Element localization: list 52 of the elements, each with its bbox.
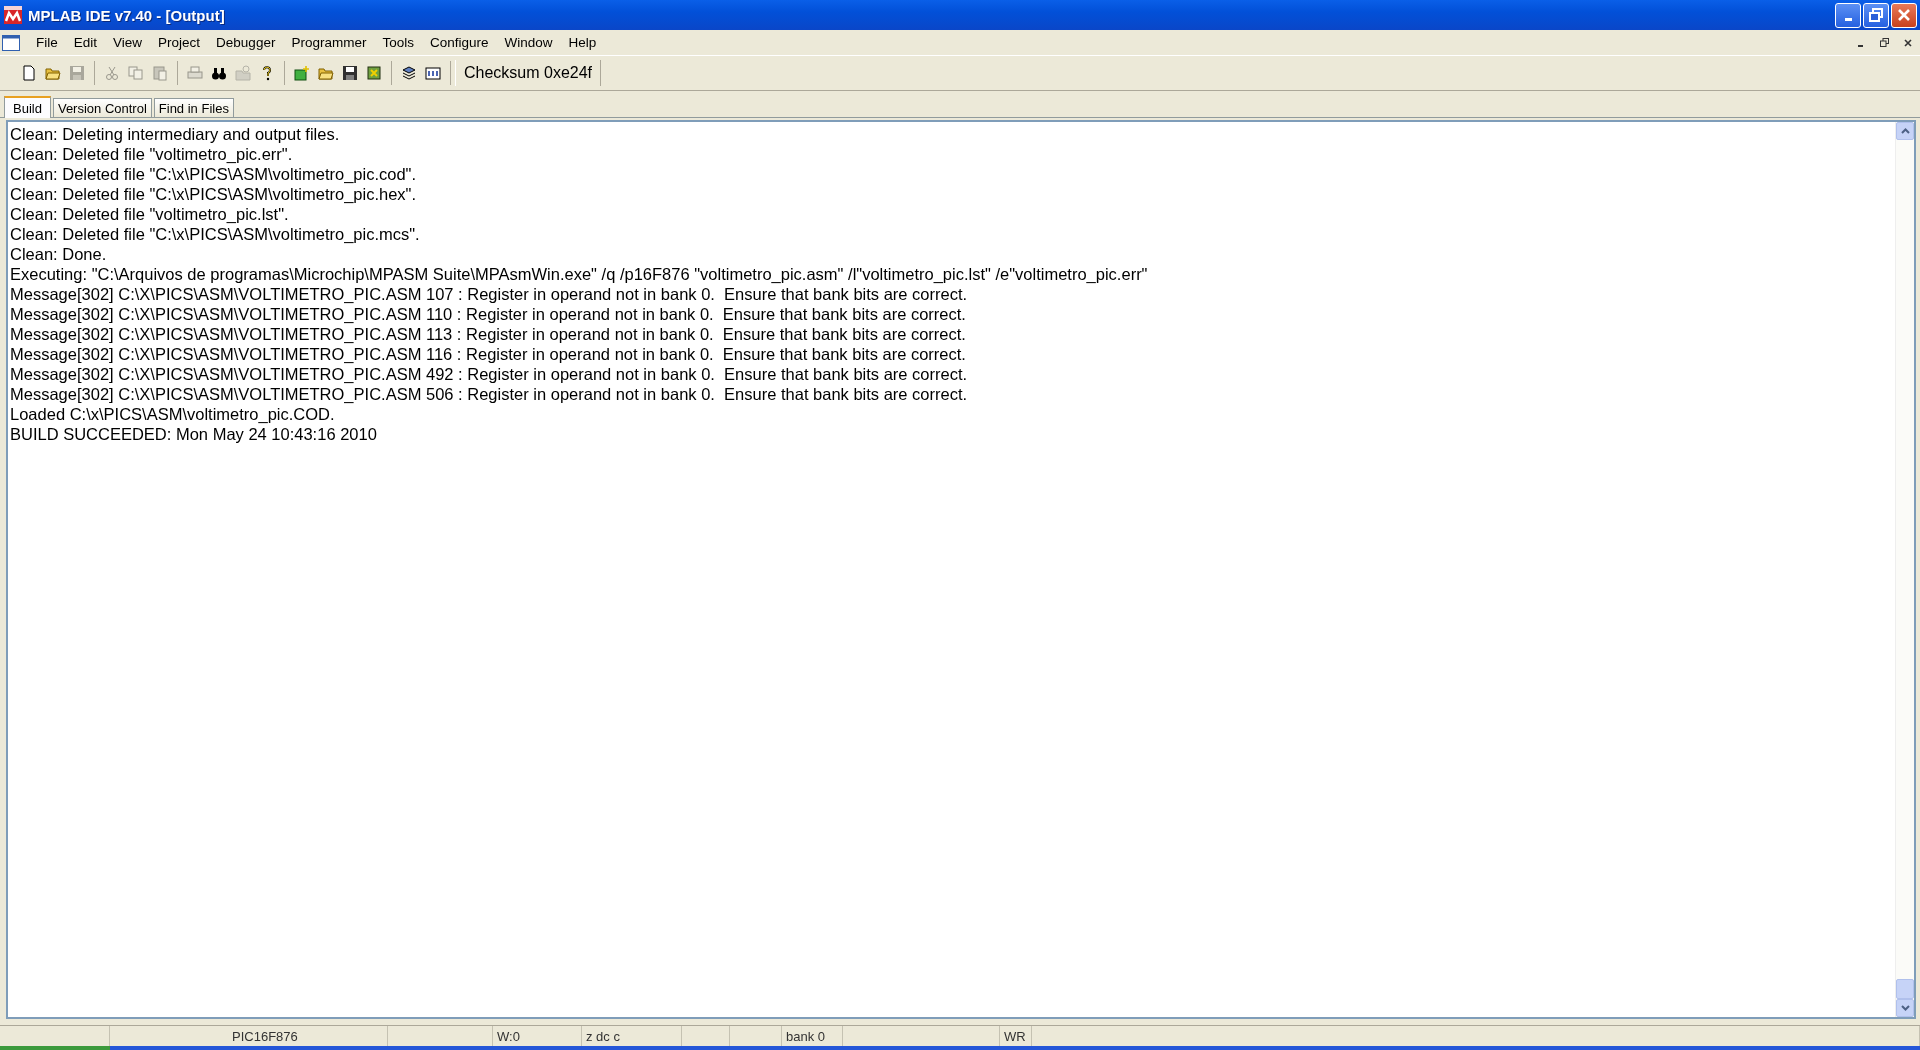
scroll-thumb[interactable] bbox=[1896, 979, 1914, 999]
menu-item[interactable]: Debugger bbox=[208, 32, 284, 53]
output-line: Executing: "C:\Arquivos de programas\Microchip\MPASM Suite\MPAsmWin.exe" /q /p16F876 "voltimetro_pic.asm" /l"voltimetro_pic.lst" /e"voltimetro_pic.err" bbox=[10, 264, 1149, 284]
output-line: Clean: Deleted file "voltimetro_pic.err". bbox=[10, 144, 294, 164]
scroll-up-button[interactable] bbox=[1896, 122, 1914, 140]
bank-status: bank 0 bbox=[786, 1028, 826, 1044]
restore-icon bbox=[1879, 38, 1889, 47]
output-line: Message[302] C:\X\PICS\ASM\VOLTIMETRO_PIC.ASM 110 : Register in operand not in bank 0. Ensure that bank bits are correct. bbox=[10, 304, 967, 324]
minimize-icon bbox=[1844, 17, 1852, 21]
output-line: BUILD SUCCEEDED: Mon May 24 10:43:16 2010 bbox=[10, 424, 378, 444]
close-icon bbox=[1897, 8, 1911, 22]
start-button[interactable] bbox=[0, 1046, 110, 1050]
output-line: Clean: Deleting intermediary and output files. bbox=[10, 124, 341, 144]
output-line: Message[302] C:\X\PICS\ASM\VOLTIMETRO_PIC.ASM 116 : Register in operand not in bank 0. Ensure that bank bits are correct. bbox=[10, 344, 967, 364]
scroll-down-button[interactable] bbox=[1896, 999, 1914, 1017]
document-window-icon bbox=[2, 34, 20, 51]
output-line: Message[302] C:\X\PICS\ASM\VOLTIMETRO_PIC.ASM 107 : Register in operand not in bank 0. Ensure that bank bits are correct. bbox=[10, 284, 969, 304]
output-line: Clean: Deleted file "voltimetro_pic.lst". bbox=[10, 204, 290, 224]
output-line: Clean: Deleted file "C:\x\PICS\ASM\voltimetro_pic.mcs". bbox=[10, 224, 421, 244]
close-button[interactable] bbox=[1891, 2, 1917, 28]
menu-item[interactable]: Window bbox=[496, 32, 561, 53]
app-logo-icon bbox=[4, 6, 22, 24]
minimize-icon bbox=[1857, 44, 1863, 47]
output-line: Clean: Deleted file "C:\x\PICS\ASM\voltimetro_pic.cod". bbox=[10, 164, 418, 184]
menu-item[interactable]: Configure bbox=[421, 32, 497, 53]
tab[interactable]: Version Control bbox=[52, 98, 152, 117]
tab[interactable]: Find in Files bbox=[153, 98, 234, 117]
close-icon bbox=[1904, 38, 1912, 47]
menu-item[interactable]: Tools bbox=[374, 32, 422, 53]
output-line: Message[302] C:\X\PICS\ASM\VOLTIMETRO_PIC.ASM 113 : Register in operand not in bank 0. Ensure that bank bits are correct. bbox=[10, 324, 967, 344]
menu-item[interactable]: Edit bbox=[65, 32, 106, 53]
mode-status: WR bbox=[1004, 1028, 1026, 1044]
restore-icon bbox=[1869, 8, 1883, 22]
checksum-label: Checksum 0xe24f bbox=[455, 60, 602, 86]
window-title: MPLAB IDE v7.40 - [Output] bbox=[28, 6, 226, 24]
menu-item[interactable]: Project bbox=[150, 32, 209, 53]
output-line: Message[302] C:\X\PICS\ASM\VOLTIMETRO_PIC.ASM 506 : Register in operand not in bank 0. Ensure that bank bits are correct. bbox=[10, 384, 969, 404]
tab[interactable]: Build bbox=[4, 96, 51, 118]
menu-item[interactable]: Help bbox=[560, 32, 605, 53]
output-line: Loaded C:\x\PICS\ASM\voltimetro_pic.COD. bbox=[10, 404, 336, 424]
restore-button[interactable] bbox=[1863, 2, 1889, 28]
device-status: PIC16F876 bbox=[231, 1028, 298, 1044]
menu-item[interactable]: View bbox=[105, 32, 151, 53]
output-line: Message[302] C:\X\PICS\ASM\VOLTIMETRO_PIC.ASM 492 : Register in operand not in bank 0. Ensure that bank bits are correct. bbox=[10, 364, 969, 384]
scrollbar[interactable] bbox=[1895, 122, 1914, 1017]
w-register-status: W:0 bbox=[497, 1028, 520, 1044]
flags-status: z dc c bbox=[586, 1028, 620, 1044]
menu-item[interactable]: File bbox=[28, 32, 66, 53]
menu-item[interactable]: Programmer bbox=[283, 32, 375, 53]
output-line: Clean: Deleted file "C:\x\PICS\ASM\voltimetro_pic.hex". bbox=[10, 184, 418, 204]
output-line: Clean: Done. bbox=[10, 244, 108, 264]
minimize-button[interactable] bbox=[1835, 2, 1861, 28]
